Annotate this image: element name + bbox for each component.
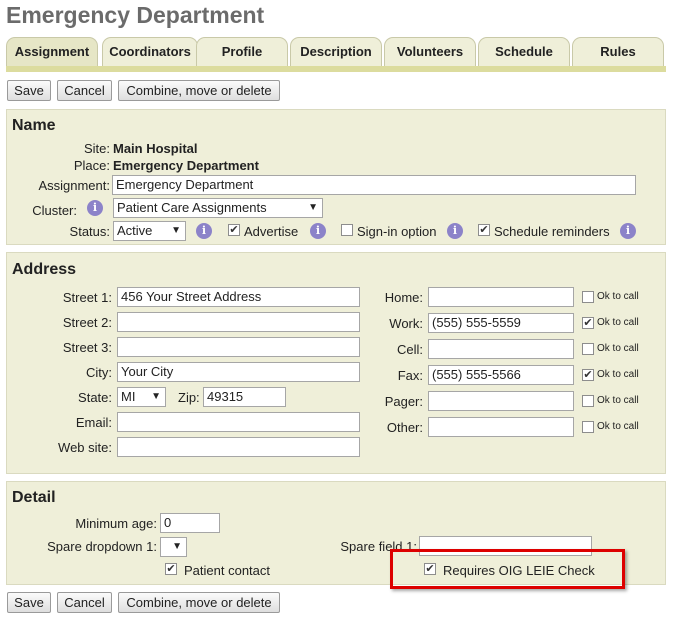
zip-input[interactable]: 49315 <box>203 387 286 407</box>
spare-dropdown-label: Spare dropdown 1: <box>47 539 157 554</box>
ok-to-call-label: Ok to call <box>597 369 639 380</box>
minimum-age-label: Minimum age: <box>75 516 157 531</box>
chevron-down-icon: ▼ <box>308 202 318 213</box>
cancel-button[interactable]: Cancel <box>57 80 112 101</box>
city-label: City: <box>86 365 112 380</box>
street1-input[interactable]: 456 Your Street Address <box>117 287 360 307</box>
address-heading: Address <box>12 261 77 278</box>
street3-label: Street 3: <box>62 340 112 355</box>
street2-input[interactable] <box>117 312 360 332</box>
cluster-select[interactable]: Patient Care Assignments ▼ <box>113 198 323 218</box>
tab-assignment[interactable]: Assignment <box>6 37 98 66</box>
info-icon[interactable]: i <box>87 200 103 216</box>
status-select[interactable]: Active ▼ <box>113 221 186 241</box>
spare-dropdown-select[interactable]: ▼ <box>160 537 187 557</box>
cell-phone-input[interactable] <box>428 339 574 359</box>
cell-phone-label: Cell: <box>396 342 423 357</box>
cancel-button[interactable]: Cancel <box>57 592 112 613</box>
signin-option-checkbox[interactable] <box>341 224 353 236</box>
tab-description[interactable]: Description <box>290 37 382 66</box>
work-phone-input[interactable]: (555) 555-5559 <box>428 313 574 333</box>
fax-label: Fax: <box>397 368 423 383</box>
detail-heading: Detail <box>12 489 56 506</box>
combine-move-delete-button[interactable]: Combine, move or delete <box>118 592 280 613</box>
info-icon[interactable]: i <box>447 223 463 239</box>
minimum-age-input[interactable]: 0 <box>160 513 220 533</box>
place-value: Emergency Department <box>113 158 259 173</box>
tab-rules[interactable]: Rules <box>572 37 664 66</box>
tab-underline <box>6 66 666 72</box>
cluster-value: Patient Care Assignments <box>117 200 267 215</box>
pager-input[interactable] <box>428 391 574 411</box>
zip-label: Zip: <box>178 390 200 405</box>
assignment-label: Assignment: <box>38 178 110 193</box>
tab-schedule[interactable]: Schedule <box>478 37 570 66</box>
advertise-label: Advertise <box>244 224 299 239</box>
schedule-reminders-checkbox[interactable]: ✔ <box>478 224 490 236</box>
tab-volunteers[interactable]: Volunteers <box>384 37 476 66</box>
save-button[interactable]: Save <box>7 592 51 613</box>
ok-to-call-label: Ok to call <box>597 421 639 432</box>
assignment-input[interactable]: Emergency Department <box>112 175 636 195</box>
street2-label: Street 2: <box>62 315 112 330</box>
other-ok-to-call-checkbox[interactable] <box>582 421 594 433</box>
home-phone-label: Home: <box>384 290 423 305</box>
cluster-label: Cluster: <box>32 203 77 218</box>
email-label: Email: <box>75 415 112 430</box>
info-icon[interactable]: i <box>310 223 326 239</box>
schedule-reminders-label: Schedule reminders <box>494 224 610 239</box>
combine-move-delete-button[interactable]: Combine, move or delete <box>118 80 280 101</box>
info-icon[interactable]: i <box>196 223 212 239</box>
advertise-checkbox[interactable]: ✔ <box>228 224 240 236</box>
street1-label: Street 1: <box>62 290 112 305</box>
email-input[interactable] <box>117 412 360 432</box>
save-button[interactable]: Save <box>7 80 51 101</box>
name-heading: Name <box>12 117 56 134</box>
other-phone-label: Other: <box>386 420 423 435</box>
status-label: Status: <box>69 224 110 239</box>
ok-to-call-label: Ok to call <box>597 317 639 328</box>
fax-ok-to-call-checkbox[interactable]: ✔ <box>582 369 594 381</box>
site-label: Site: <box>83 141 110 156</box>
fax-input[interactable]: (555) 555-5566 <box>428 365 574 385</box>
state-value: MI <box>121 389 136 404</box>
patient-contact-label: Patient contact <box>184 563 270 578</box>
city-input[interactable]: Your City <box>117 362 360 382</box>
home-ok-to-call-checkbox[interactable] <box>582 291 594 303</box>
work-phone-label: Work: <box>389 316 423 331</box>
highlight-box <box>390 549 625 589</box>
website-input[interactable] <box>117 437 360 457</box>
ok-to-call-label: Ok to call <box>597 395 639 406</box>
home-phone-input[interactable] <box>428 287 574 307</box>
status-value: Active <box>117 223 153 238</box>
website-label: Web site: <box>58 440 112 455</box>
ok-to-call-label: Ok to call <box>597 291 639 302</box>
signin-option-label: Sign-in option <box>357 224 437 239</box>
state-label: State: <box>78 390 112 405</box>
tab-profile[interactable]: Profile <box>196 37 288 66</box>
place-label: Place: <box>73 158 110 173</box>
chevron-down-icon: ▼ <box>171 225 181 236</box>
street3-input[interactable] <box>117 337 360 357</box>
cell-ok-to-call-checkbox[interactable] <box>582 343 594 355</box>
chevron-down-icon: ▼ <box>172 541 182 552</box>
state-select[interactable]: MI ▼ <box>117 387 166 407</box>
other-phone-input[interactable] <box>428 417 574 437</box>
page-title: Emergency Department <box>6 2 265 28</box>
tab-coordinators[interactable]: Coordinators <box>102 37 198 66</box>
ok-to-call-label: Ok to call <box>597 343 639 354</box>
patient-contact-checkbox[interactable]: ✔ <box>165 563 177 575</box>
work-ok-to-call-checkbox[interactable]: ✔ <box>582 317 594 329</box>
chevron-down-icon: ▼ <box>151 391 161 402</box>
pager-ok-to-call-checkbox[interactable] <box>582 395 594 407</box>
pager-label: Pager: <box>384 394 423 409</box>
info-icon[interactable]: i <box>620 223 636 239</box>
site-value: Main Hospital <box>113 141 198 156</box>
